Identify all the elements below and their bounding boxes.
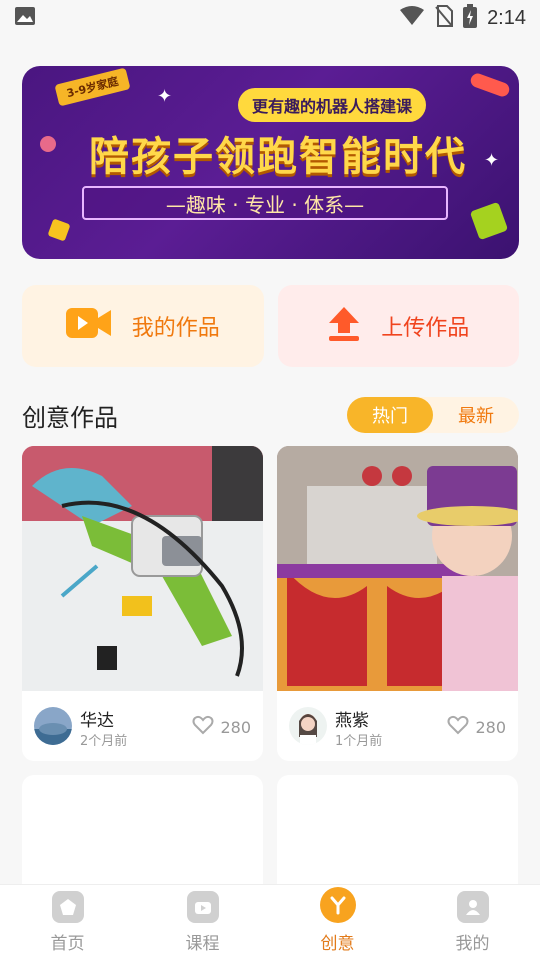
block-decoration — [469, 201, 509, 241]
work-card[interactable]: 燕紫 1个月前 280 — [277, 446, 518, 761]
banner-subtitle: 更有趣的机器人搭建课 — [238, 88, 427, 122]
bottom-tab-bar: 首页 课程 创意 我的 — [0, 884, 540, 960]
like-count: 280 — [220, 717, 251, 737]
tab-mine[interactable]: 我的 — [405, 885, 540, 960]
planet-decoration — [40, 136, 56, 152]
like-count: 280 — [475, 717, 506, 737]
tab-courses[interactable]: 课程 — [135, 885, 270, 960]
avatar[interactable] — [289, 707, 327, 745]
tab-label: 课程 — [185, 934, 220, 954]
my-works-button[interactable]: 我的作品 — [22, 285, 264, 367]
tab-label: 创意 — [320, 934, 355, 954]
my-works-label: 我的作品 — [131, 316, 220, 341]
profile-icon — [456, 891, 489, 923]
status-time: 2:14 — [487, 6, 526, 29]
tab-hot[interactable]: 热门 — [347, 397, 433, 433]
upload-icon — [327, 305, 361, 347]
author-name: 华达 — [80, 711, 114, 731]
star-decoration: ✦ — [484, 150, 500, 171]
tab-label: 我的 — [455, 934, 490, 954]
work-card[interactable] — [277, 775, 518, 884]
battery-charging-icon — [463, 4, 478, 32]
like-button[interactable]: 280 — [447, 715, 506, 739]
work-photo — [22, 446, 263, 691]
upload-work-label: 上传作品 — [381, 316, 470, 341]
upload-work-button[interactable]: 上传作品 — [277, 285, 519, 367]
image-notification-icon — [14, 6, 36, 30]
tab-creative[interactable]: 创意 — [270, 885, 405, 960]
action-row: 我的作品 上传作品 — [22, 285, 519, 367]
post-time: 2个月前 — [80, 734, 128, 749]
work-card[interactable]: 华达 2个月前 280 — [22, 446, 263, 761]
tab-home[interactable]: 首页 — [0, 885, 135, 960]
star-decoration: ✦ — [157, 86, 173, 107]
block-decoration — [47, 218, 71, 242]
avatar[interactable] — [34, 707, 72, 745]
promo-banner[interactable]: 3-9岁家庭 更有趣的机器人搭建课 陪孩子领跑智能时代 —趣味 · 专业 · 体… — [22, 66, 519, 259]
work-photo — [277, 446, 518, 691]
home-icon — [51, 891, 84, 923]
creative-icon — [319, 887, 356, 923]
banner-tagline: —趣味 · 专业 · 体系— — [82, 186, 448, 220]
banner-headline: 陪孩子领跑智能时代 — [89, 134, 467, 180]
creative-works-header: 创意作品 热门 最新 — [22, 396, 519, 434]
section-title: 创意作品 — [22, 403, 118, 432]
wifi-icon — [399, 6, 425, 30]
work-meta: 华达 2个月前 280 — [22, 691, 263, 761]
sort-toggle: 热门 最新 — [347, 397, 519, 433]
heart-icon — [447, 715, 469, 739]
rocket-decoration — [468, 71, 512, 99]
tab-label: 首页 — [50, 934, 85, 954]
work-meta: 燕紫 1个月前 280 — [277, 691, 518, 761]
heart-icon — [192, 715, 214, 739]
status-bar: 2:14 — [0, 0, 540, 36]
work-card[interactable] — [22, 775, 263, 884]
age-tag: 3-9岁家庭 — [54, 67, 131, 107]
video-camera-icon — [65, 306, 112, 346]
author-name: 燕紫 — [335, 711, 369, 731]
page-content: 3-9岁家庭 更有趣的机器人搭建课 陪孩子领跑智能时代 —趣味 · 专业 · 体… — [0, 36, 540, 884]
like-button[interactable]: 280 — [192, 715, 251, 739]
post-time: 1个月前 — [335, 734, 383, 749]
no-sim-icon — [435, 5, 454, 31]
tv-icon — [186, 891, 219, 923]
tab-latest[interactable]: 最新 — [433, 397, 519, 433]
